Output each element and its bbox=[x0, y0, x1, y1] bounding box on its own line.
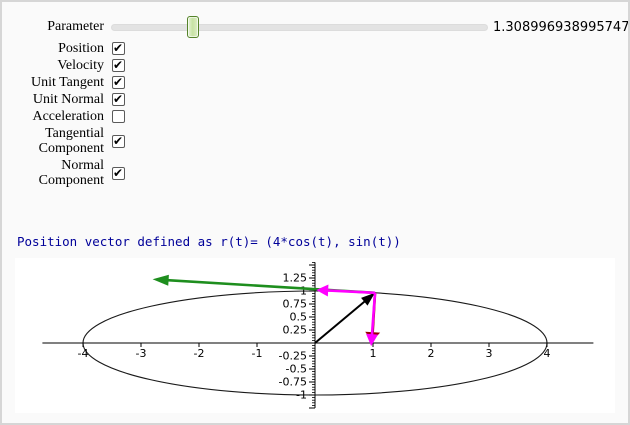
output-line-position: Position vector defined as r(t)= (4*cos(… bbox=[17, 234, 401, 250]
unit-normal-vector-head bbox=[366, 334, 378, 346]
checkbox-velocity[interactable] bbox=[112, 59, 125, 72]
parameter-row: Parameter 1.308996938995747 bbox=[2, 15, 628, 39]
checkbox-row-velocity: Velocity bbox=[2, 58, 125, 73]
x-tick-label: 1 bbox=[370, 347, 377, 360]
y-tick-label: 1 bbox=[300, 285, 307, 298]
curve-plot: -4-3-2-112341.2510.750.50.25-0.25-0.5-0.… bbox=[15, 258, 615, 413]
checkbox-acceleration[interactable] bbox=[112, 110, 125, 123]
checkbox-row-position: Position bbox=[2, 41, 125, 56]
checkbox-row-unit-normal: Unit Normal bbox=[2, 92, 125, 107]
checkbox-row-tangential-component: Tangential Component bbox=[2, 126, 125, 156]
y-tick-label: 0.75 bbox=[283, 298, 308, 311]
x-tick-label: 2 bbox=[428, 347, 435, 360]
x-tick-label: 4 bbox=[544, 347, 551, 360]
slider-thumb[interactable] bbox=[187, 16, 199, 38]
x-tick-label: -4 bbox=[78, 347, 89, 360]
checkbox-label: Tangential Component bbox=[2, 126, 104, 156]
unit-tangent-vector-head bbox=[316, 285, 328, 297]
plot-svg: -4-3-2-112341.2510.750.50.25-0.25-0.5-0.… bbox=[15, 258, 615, 413]
checkbox-unit-tangent[interactable] bbox=[112, 76, 125, 89]
x-tick-label: -2 bbox=[194, 347, 205, 360]
x-tick-label: -1 bbox=[252, 347, 263, 360]
y-tick-label: -0.5 bbox=[286, 363, 307, 376]
checkbox-label: Acceleration bbox=[2, 109, 104, 124]
checkbox-label: Unit Normal bbox=[2, 92, 104, 107]
checkbox-unit-normal[interactable] bbox=[112, 93, 125, 106]
checkbox-label: Unit Tangent bbox=[2, 75, 104, 90]
y-tick-label: 0.25 bbox=[283, 324, 308, 337]
velocity-vector-head bbox=[153, 275, 169, 286]
checkbox-tangential-component[interactable] bbox=[112, 135, 125, 148]
parameter-value: 1.308996938995747 bbox=[493, 20, 629, 35]
parameter-label: Parameter bbox=[2, 19, 104, 35]
checkbox-label: Position bbox=[2, 41, 104, 56]
checkbox-row-unit-tangent: Unit Tangent bbox=[2, 75, 125, 90]
checkbox-label: Velocity bbox=[2, 58, 104, 73]
checkbox-row-normal-component: Normal Component bbox=[2, 158, 125, 188]
slider-track[interactable] bbox=[111, 24, 488, 31]
checkbox-position[interactable] bbox=[112, 42, 125, 55]
interact-widget: Parameter 1.308996938995747 Position Vel… bbox=[0, 0, 630, 425]
y-tick-label: -0.75 bbox=[279, 376, 307, 389]
checkbox-column: Position Velocity Unit Tangent Unit Norm… bbox=[2, 41, 125, 190]
y-tick-label: -0.25 bbox=[279, 350, 307, 363]
checkbox-label: Normal Component bbox=[2, 158, 104, 188]
checkbox-row-acceleration: Acceleration bbox=[2, 109, 125, 124]
x-tick-label: 3 bbox=[486, 347, 493, 360]
y-tick-label: 1.25 bbox=[283, 272, 308, 285]
x-tick-label: -3 bbox=[136, 347, 147, 360]
parameter-slider[interactable] bbox=[111, 16, 488, 38]
y-tick-label: 0.5 bbox=[290, 311, 308, 324]
checkbox-normal-component[interactable] bbox=[112, 167, 125, 180]
y-tick-label: -1 bbox=[296, 389, 307, 402]
